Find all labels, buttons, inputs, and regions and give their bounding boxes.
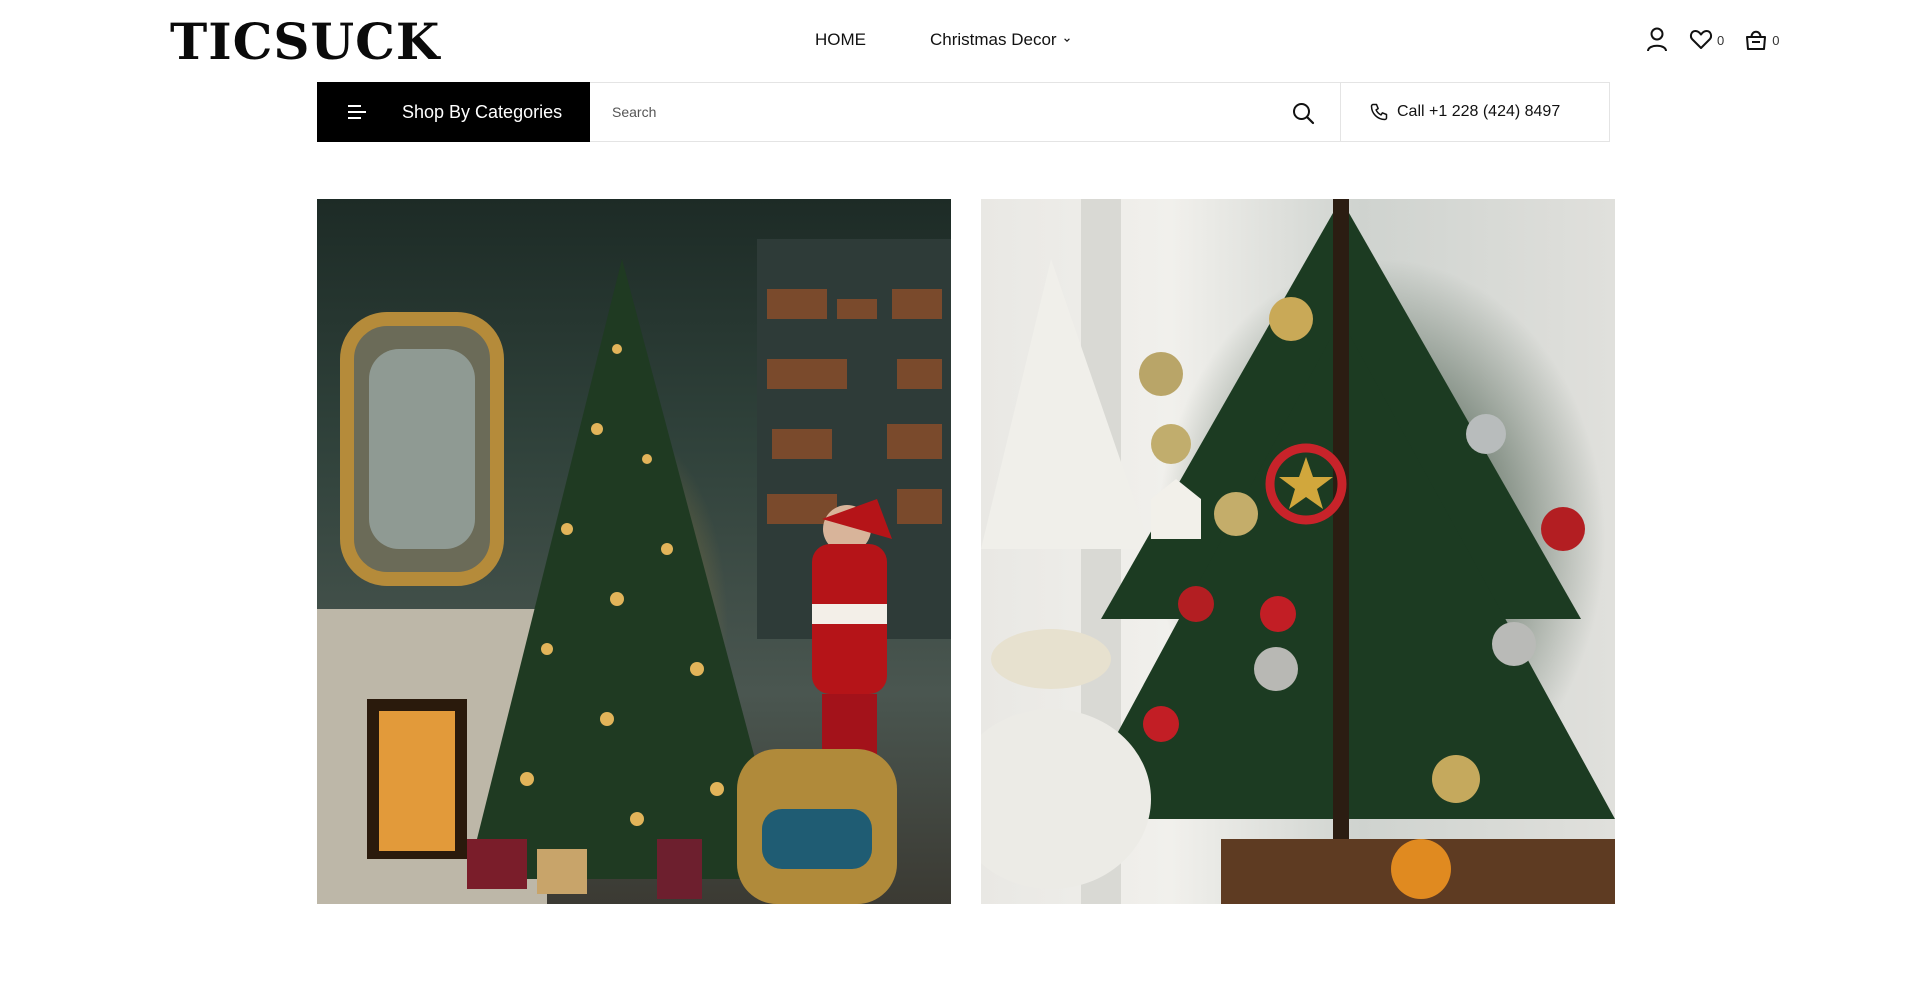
nav-item-christmas-decor[interactable]: Christmas Decor	[930, 28, 1071, 52]
search-icon[interactable]	[1291, 101, 1315, 125]
search-bar: Shop By Categories Call +1 228 (424) 849…	[317, 82, 1610, 142]
santa-tree-illustration	[317, 239, 951, 904]
wishlist-count: 0	[1717, 33, 1725, 48]
nav-item-home[interactable]: HOME	[815, 28, 866, 52]
wishlist-button[interactable]: 0	[1689, 28, 1724, 50]
main-nav: HOME Christmas Decor	[815, 28, 1071, 52]
ornament-tree-illustration	[981, 199, 1615, 904]
shop-by-categories-button[interactable]: Shop By Categories	[317, 82, 590, 142]
user-icon	[1647, 27, 1667, 52]
phone-contact[interactable]: Call +1 228 (424) 8497	[1341, 83, 1609, 141]
cart-button[interactable]: 0	[1744, 27, 1779, 51]
photo-ornament-tree[interactable]	[981, 199, 1615, 904]
categories-label: Shop By Categories	[402, 101, 563, 122]
nav-item-label: HOME	[815, 30, 866, 49]
phone-icon	[1370, 103, 1388, 121]
phone-text: Call +1 228 (424) 8497	[1397, 103, 1561, 120]
shopping-bag-icon	[1746, 30, 1767, 50]
menu-icon	[348, 105, 366, 119]
hero-gallery	[317, 199, 1615, 904]
account-button[interactable]	[1645, 26, 1669, 52]
header-actions: 0 0	[1645, 26, 1779, 52]
chevron-down-icon	[1063, 38, 1070, 42]
heart-icon	[1689, 30, 1713, 49]
site-header: TICSUCK HOME Christmas Decor 0 0	[0, 0, 1920, 80]
search-input[interactable]	[590, 83, 1340, 141]
site-logo[interactable]: TICSUCK	[170, 12, 440, 72]
search-field	[590, 83, 1341, 141]
photo-santa-tree[interactable]	[317, 199, 951, 904]
cart-count: 0	[1772, 33, 1780, 48]
nav-item-label: Christmas Decor	[930, 30, 1057, 49]
